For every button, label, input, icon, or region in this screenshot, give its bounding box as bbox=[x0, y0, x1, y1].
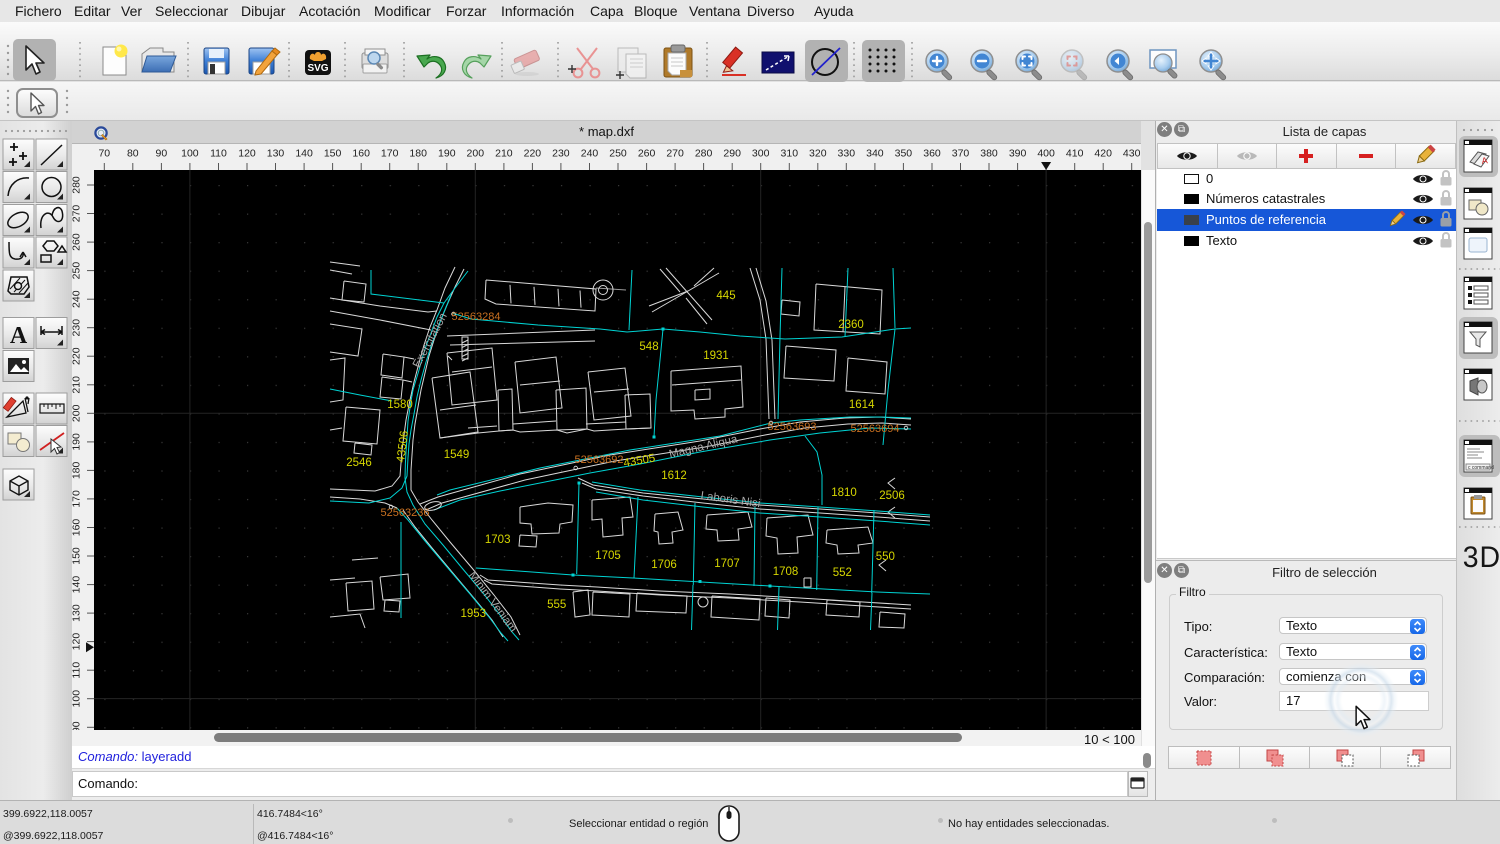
svg-text:A: A bbox=[10, 323, 28, 349]
svg-text:90: 90 bbox=[156, 148, 168, 160]
svg-text:2360: 2360 bbox=[838, 319, 864, 331]
svg-text:1580: 1580 bbox=[387, 399, 413, 411]
svg-text:180: 180 bbox=[409, 148, 427, 160]
svg-text:SVG: SVG bbox=[307, 63, 328, 74]
svg-text:250: 250 bbox=[609, 148, 627, 160]
svg-text:290: 290 bbox=[723, 148, 741, 160]
svg-text:2506: 2506 bbox=[879, 490, 905, 502]
svg-text:1707: 1707 bbox=[714, 558, 740, 570]
svg-text:52563284: 52563284 bbox=[452, 311, 501, 323]
svg-text:550: 550 bbox=[876, 551, 895, 563]
svg-text:1931: 1931 bbox=[703, 350, 729, 362]
svg-text:130: 130 bbox=[72, 604, 83, 622]
svg-text:360: 360 bbox=[923, 148, 941, 160]
svg-text:1705: 1705 bbox=[595, 550, 621, 562]
svg-text:250: 250 bbox=[72, 262, 83, 280]
svg-text:430: 430 bbox=[1123, 148, 1141, 160]
svg-text:1614: 1614 bbox=[849, 399, 875, 411]
svg-text:240: 240 bbox=[581, 148, 599, 160]
svg-text:52563693: 52563693 bbox=[768, 421, 817, 433]
svg-text:445: 445 bbox=[716, 290, 735, 302]
svg-text:130: 130 bbox=[267, 148, 285, 160]
svg-text:400: 400 bbox=[1037, 148, 1055, 160]
svg-text:190: 190 bbox=[438, 148, 456, 160]
svg-text:300: 300 bbox=[752, 148, 770, 160]
svg-text:200: 200 bbox=[467, 148, 485, 160]
svg-text:70: 70 bbox=[98, 148, 110, 160]
svg-text:350: 350 bbox=[895, 148, 913, 160]
svg-text:80: 80 bbox=[127, 148, 139, 160]
svg-text:c command: c command bbox=[1468, 465, 1494, 471]
svg-text:160: 160 bbox=[352, 148, 370, 160]
svg-text:190: 190 bbox=[72, 433, 83, 451]
svg-text:270: 270 bbox=[72, 205, 83, 223]
svg-text:320: 320 bbox=[809, 148, 827, 160]
svg-text:110: 110 bbox=[210, 148, 227, 160]
svg-text:200: 200 bbox=[72, 404, 83, 422]
svg-text:3D: 3D bbox=[1463, 541, 1500, 574]
svg-text:1703: 1703 bbox=[485, 534, 511, 546]
svg-text:52563692: 52563692 bbox=[575, 454, 624, 466]
svg-text:390: 390 bbox=[1009, 148, 1027, 160]
svg-text:1706: 1706 bbox=[651, 559, 677, 571]
svg-text:52563236: 52563236 bbox=[381, 507, 430, 519]
svg-text:220: 220 bbox=[72, 347, 83, 365]
svg-text:210: 210 bbox=[495, 148, 513, 160]
svg-text:120: 120 bbox=[72, 633, 83, 651]
svg-text:230: 230 bbox=[552, 148, 570, 160]
svg-text:1708: 1708 bbox=[773, 566, 799, 578]
svg-text:552: 552 bbox=[833, 567, 852, 579]
svg-text:1612: 1612 bbox=[661, 470, 687, 482]
svg-text:220: 220 bbox=[524, 148, 542, 160]
svg-text:100: 100 bbox=[181, 148, 199, 160]
svg-text:160: 160 bbox=[72, 519, 83, 537]
svg-text:150: 150 bbox=[324, 148, 342, 160]
svg-text:170: 170 bbox=[72, 490, 83, 508]
svg-text:270: 270 bbox=[666, 148, 684, 160]
svg-text:210: 210 bbox=[72, 376, 83, 394]
svg-text:2546: 2546 bbox=[346, 457, 372, 469]
svg-text:260: 260 bbox=[638, 148, 656, 160]
svg-text:410: 410 bbox=[1066, 148, 1084, 160]
svg-text:370: 370 bbox=[952, 148, 970, 160]
svg-text:240: 240 bbox=[72, 290, 83, 308]
svg-text:420: 420 bbox=[1094, 148, 1112, 160]
svg-text:230: 230 bbox=[72, 319, 83, 337]
svg-text:100: 100 bbox=[72, 690, 83, 708]
svg-text:330: 330 bbox=[838, 148, 856, 160]
svg-text:140: 140 bbox=[295, 148, 313, 160]
svg-text:380: 380 bbox=[980, 148, 998, 160]
svg-text:140: 140 bbox=[72, 576, 83, 594]
svg-text:280: 280 bbox=[695, 148, 713, 160]
svg-text:548: 548 bbox=[639, 341, 658, 353]
svg-text:110: 110 bbox=[72, 662, 83, 679]
svg-text:52563694: 52563694 bbox=[851, 423, 900, 435]
svg-text:1953: 1953 bbox=[461, 608, 487, 620]
svg-text:260: 260 bbox=[72, 233, 83, 251]
svg-text:90: 90 bbox=[72, 721, 83, 730]
svg-text:120: 120 bbox=[238, 148, 256, 160]
svg-text:310: 310 bbox=[781, 148, 799, 160]
svg-text:170: 170 bbox=[381, 148, 399, 160]
svg-text:280: 280 bbox=[72, 176, 83, 194]
svg-text:555: 555 bbox=[547, 599, 566, 611]
svg-text:180: 180 bbox=[72, 461, 83, 479]
svg-text:150: 150 bbox=[72, 547, 83, 565]
svg-text:340: 340 bbox=[866, 148, 884, 160]
svg-text:1549: 1549 bbox=[444, 449, 470, 461]
svg-text:1810: 1810 bbox=[831, 487, 857, 499]
